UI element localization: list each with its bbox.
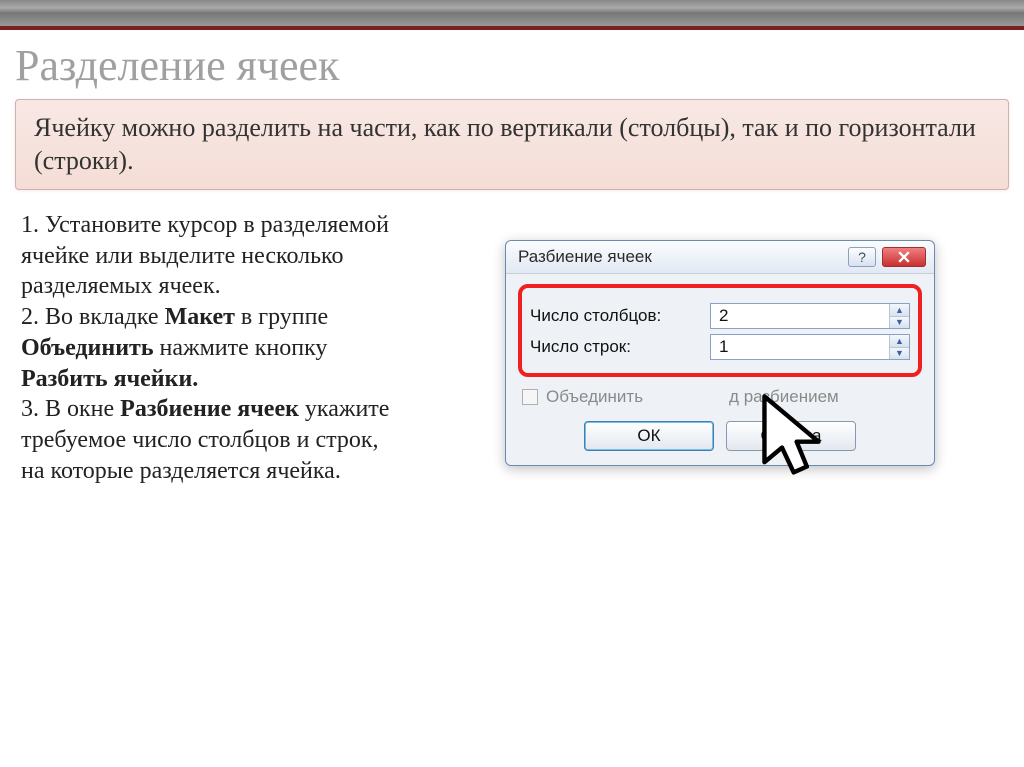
merge-before-row: Объединить д разбиением	[522, 387, 922, 407]
rows-spinner[interactable]: 1 ▲ ▼	[710, 334, 910, 360]
decorative-top-bar	[0, 0, 1024, 30]
cancel-button[interactable]: Отмена	[726, 421, 856, 451]
intro-callout: Ячейку можно разделить на части, как по …	[15, 99, 1009, 190]
merge-checkbox[interactable]	[522, 389, 538, 405]
help-icon: ?	[858, 249, 866, 265]
titlebar-buttons: ?	[848, 247, 926, 267]
split-cells-dialog: Разбиение ячеек ? Число столбцов:	[505, 240, 935, 466]
dialog-button-row: ОК Отмена	[518, 421, 922, 451]
columns-down-button[interactable]: ▼	[890, 317, 909, 329]
rows-down-button[interactable]: ▼	[890, 348, 909, 360]
rows-row: Число строк: 1 ▲ ▼	[530, 334, 910, 360]
close-button[interactable]	[882, 247, 926, 267]
help-button[interactable]: ?	[848, 247, 876, 267]
step-2-e: нажмите кнопку	[154, 335, 328, 361]
columns-value[interactable]: 2	[711, 304, 889, 328]
main-row: 1. Установите курсор в разделяемой ячейк…	[15, 210, 1009, 486]
merge-label-before: Объединить	[546, 387, 643, 407]
step-2-f: Разбить ячейки.	[21, 366, 198, 392]
columns-label: Число столбцов:	[530, 306, 700, 326]
columns-up-button[interactable]: ▲	[890, 304, 909, 317]
dialog-titlebar: Разбиение ячеек ?	[506, 241, 934, 274]
instructions-text: 1. Установите курсор в разделяемой ячейк…	[21, 210, 401, 486]
highlight-box: Число столбцов: 2 ▲ ▼ Число строк:	[518, 284, 922, 377]
step-2-a: 2. Во вкладке	[21, 304, 165, 330]
step-2-d: Объединить	[21, 335, 154, 361]
columns-spin-buttons: ▲ ▼	[889, 304, 909, 328]
step-2-b: Макет	[165, 304, 235, 330]
ok-button[interactable]: ОК	[584, 421, 714, 451]
step-3-a: 3. В окне	[21, 396, 120, 422]
close-icon	[898, 251, 910, 263]
columns-row: Число столбцов: 2 ▲ ▼	[530, 303, 910, 329]
rows-value[interactable]: 1	[711, 335, 889, 359]
merge-label-after: д разбиением	[729, 387, 839, 407]
slide-content: Разделение ячеек Ячейку можно разделить …	[0, 30, 1024, 501]
page-title: Разделение ячеек	[15, 40, 1009, 91]
rows-up-button[interactable]: ▲	[890, 335, 909, 348]
dialog-illustration: Разбиение ячеек ? Число столбцов:	[431, 210, 1009, 486]
step-3-b: Разбиение ячеек	[120, 396, 299, 422]
dialog-title: Разбиение ячеек	[518, 247, 652, 267]
step-2-c: в группе	[235, 304, 328, 330]
rows-spin-buttons: ▲ ▼	[889, 335, 909, 359]
rows-label: Число строк:	[530, 337, 700, 357]
dialog-body: Число столбцов: 2 ▲ ▼ Число строк:	[506, 274, 934, 465]
columns-spinner[interactable]: 2 ▲ ▼	[710, 303, 910, 329]
step-1: 1. Установите курсор в разделяемой ячейк…	[21, 212, 389, 299]
